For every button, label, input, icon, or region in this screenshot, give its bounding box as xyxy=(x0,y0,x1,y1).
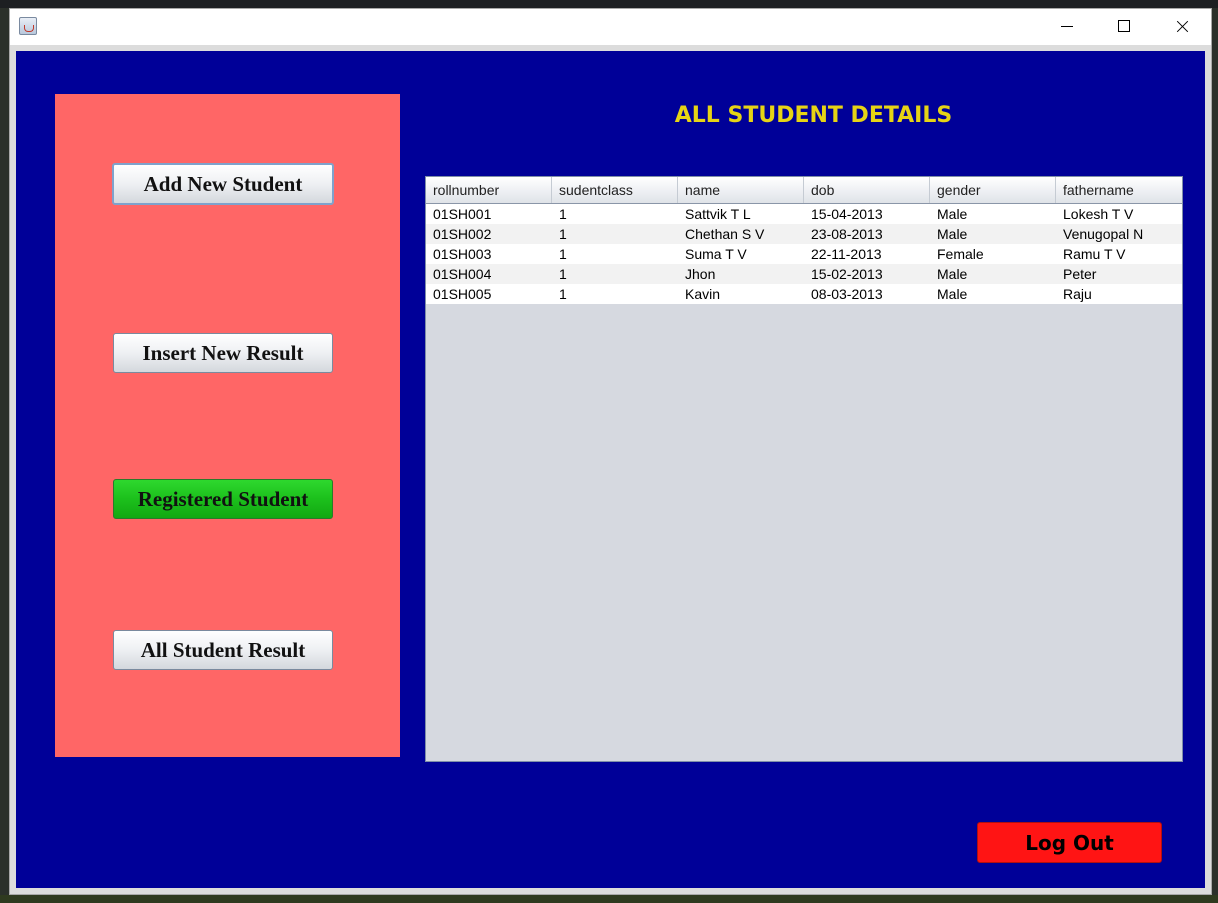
cell-rollnumber: 01SH005 xyxy=(433,286,492,302)
cell-name: Suma T V xyxy=(685,246,747,262)
student-table[interactable]: rollnumber sudentclass name dob gender f… xyxy=(425,176,1183,762)
cell-class: 1 xyxy=(559,226,567,242)
registered-student-button[interactable]: Registered Student xyxy=(113,479,333,519)
cell-dob: 08-03-2013 xyxy=(811,286,883,302)
cell-gender: Female xyxy=(937,246,984,262)
sidebar-panel: Add New Student Insert New Result Regist… xyxy=(55,94,400,757)
cell-class: 1 xyxy=(559,266,567,282)
table-row[interactable]: 01SH002 1 Chethan S V 23-08-2013 Male Ve… xyxy=(426,224,1182,244)
cell-class: 1 xyxy=(559,286,567,302)
cell-dob: 15-04-2013 xyxy=(811,206,883,222)
cell-dob: 22-11-2013 xyxy=(811,246,882,262)
cell-rollnumber: 01SH001 xyxy=(433,206,492,222)
logout-button[interactable]: Log Out xyxy=(977,822,1162,863)
cell-name: Chethan S V xyxy=(685,226,765,242)
cell-rollnumber: 01SH003 xyxy=(433,246,492,262)
cell-dob: 15-02-2013 xyxy=(811,266,883,282)
java-app-icon[interactable] xyxy=(19,17,37,35)
minimize-icon[interactable] xyxy=(1037,9,1095,45)
maximize-icon[interactable] xyxy=(1095,9,1153,45)
column-header-dob[interactable]: dob xyxy=(804,177,930,203)
cell-fathername: Peter xyxy=(1063,266,1097,282)
add-new-student-button[interactable]: Add New Student xyxy=(112,163,334,205)
cell-class: 1 xyxy=(559,246,567,262)
insert-new-result-button[interactable]: Insert New Result xyxy=(113,333,333,373)
column-header-gender[interactable]: gender xyxy=(930,177,1056,203)
cell-rollnumber: 01SH004 xyxy=(433,266,492,282)
cell-gender: Male xyxy=(937,226,968,242)
cell-gender: Male xyxy=(937,206,968,222)
table-row[interactable]: 01SH005 1 Kavin 08-03-2013 Male Raju xyxy=(426,284,1182,304)
title-bar[interactable] xyxy=(10,9,1211,45)
table-header: rollnumber sudentclass name dob gender f… xyxy=(426,177,1182,204)
cell-gender: Male xyxy=(937,266,968,282)
cell-rollnumber: 01SH002 xyxy=(433,226,492,242)
cell-fathername: Lokesh T V xyxy=(1063,206,1134,222)
column-header-name[interactable]: name xyxy=(678,177,804,203)
cell-name: Jhon xyxy=(685,266,716,282)
table-row[interactable]: 01SH004 1 Jhon 15-02-2013 Male Peter xyxy=(426,264,1182,284)
close-icon[interactable] xyxy=(1153,9,1211,45)
column-header-fathername[interactable]: fathername xyxy=(1056,177,1182,203)
table-row[interactable]: 01SH003 1 Suma T V 22-11-2013 Female Ram… xyxy=(426,244,1182,264)
content-panel: Add New Student Insert New Result Regist… xyxy=(16,51,1205,888)
desktop-background xyxy=(0,0,1218,8)
column-header-studentclass[interactable]: sudentclass xyxy=(552,177,678,203)
cell-dob: 23-08-2013 xyxy=(811,226,883,242)
cell-name: Sattvik T L xyxy=(685,206,751,222)
cell-class: 1 xyxy=(559,206,567,222)
column-header-rollnumber[interactable]: rollnumber xyxy=(426,177,552,203)
cell-name: Kavin xyxy=(685,286,721,302)
cell-fathername: Ramu T V xyxy=(1063,246,1126,262)
desktop-background-bottom xyxy=(0,895,1218,903)
app-window: Add New Student Insert New Result Regist… xyxy=(9,8,1212,895)
table-row[interactable]: 01SH001 1 Sattvik T L 15-04-2013 Male Lo… xyxy=(426,204,1182,224)
cell-gender: Male xyxy=(937,286,968,302)
all-student-result-button[interactable]: All Student Result xyxy=(113,630,333,670)
cell-fathername: Raju xyxy=(1063,286,1092,302)
page-title: ALL STUDENT DETAILS xyxy=(674,103,953,128)
cell-fathername: Venugopal N xyxy=(1063,226,1144,242)
